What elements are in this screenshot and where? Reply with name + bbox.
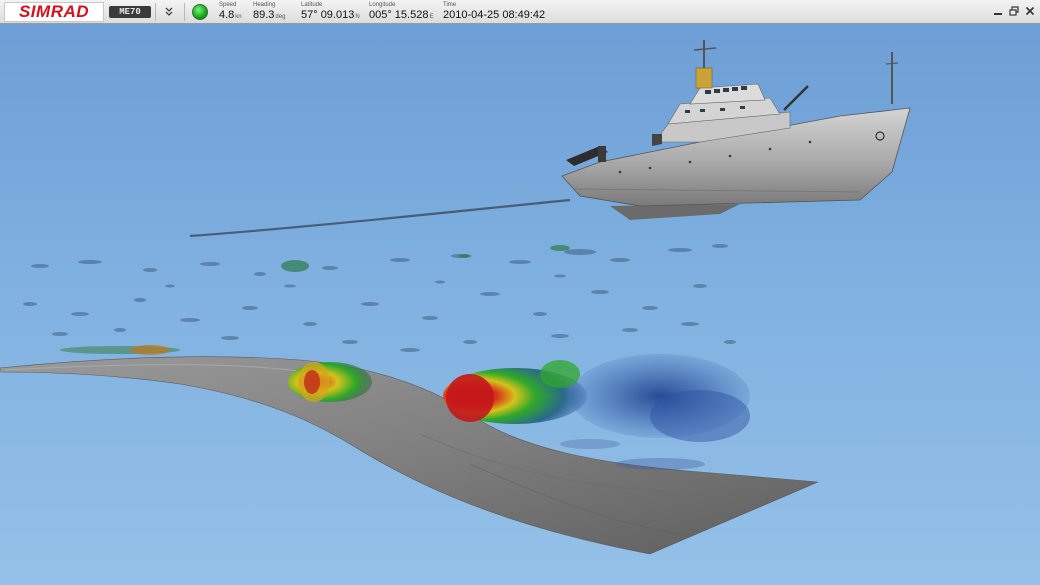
- toolbar-divider: [184, 3, 185, 21]
- speed-label: Speed: [219, 2, 237, 8]
- echo-particles: [23, 244, 736, 352]
- product-badge: ME70: [109, 6, 151, 18]
- latitude-label: Latitude: [301, 2, 323, 8]
- longitude-value: 005° 15.528: [369, 9, 429, 21]
- top-toolbar: SIMRAD ME70 Speed 4.8kn Heading 89.3deg …: [0, 0, 1040, 24]
- scene-canvas: [0, 40, 911, 555]
- simrad-logo: SIMRAD: [4, 2, 104, 22]
- longitude-unit: E: [429, 14, 434, 20]
- toolbar-divider: [155, 3, 156, 21]
- latitude-value: 57° 09.013: [301, 9, 355, 21]
- time-label: Time: [443, 2, 457, 8]
- research-vessel: [561, 40, 911, 220]
- status-indicator-icon: [192, 4, 208, 20]
- fish-school-seabed-edge: [130, 345, 170, 355]
- longitude-label: Longitude: [369, 2, 396, 8]
- sonar-track-line: [189, 198, 571, 238]
- product-badge-label: ME70: [119, 7, 141, 17]
- speed-value: 4.8: [219, 9, 235, 21]
- restore-icon[interactable]: [1008, 5, 1020, 17]
- heading-unit: deg: [275, 14, 286, 20]
- chevrons-down-icon[interactable]: [162, 5, 176, 19]
- fish-school-small: [288, 362, 372, 402]
- close-icon[interactable]: [1024, 5, 1036, 17]
- heading-value: 89.3: [253, 9, 275, 21]
- time-value: 2010-04-25 08:49:42: [443, 9, 546, 21]
- 3d-scene-view[interactable]: [0, 24, 1040, 585]
- heading-label: Heading: [253, 2, 276, 8]
- speed-unit: kn: [235, 14, 242, 20]
- latitude-unit: N: [355, 14, 360, 20]
- window-controls: [992, 5, 1036, 17]
- brand-name: SIMRAD: [18, 2, 90, 21]
- minimize-icon[interactable]: [992, 5, 1004, 17]
